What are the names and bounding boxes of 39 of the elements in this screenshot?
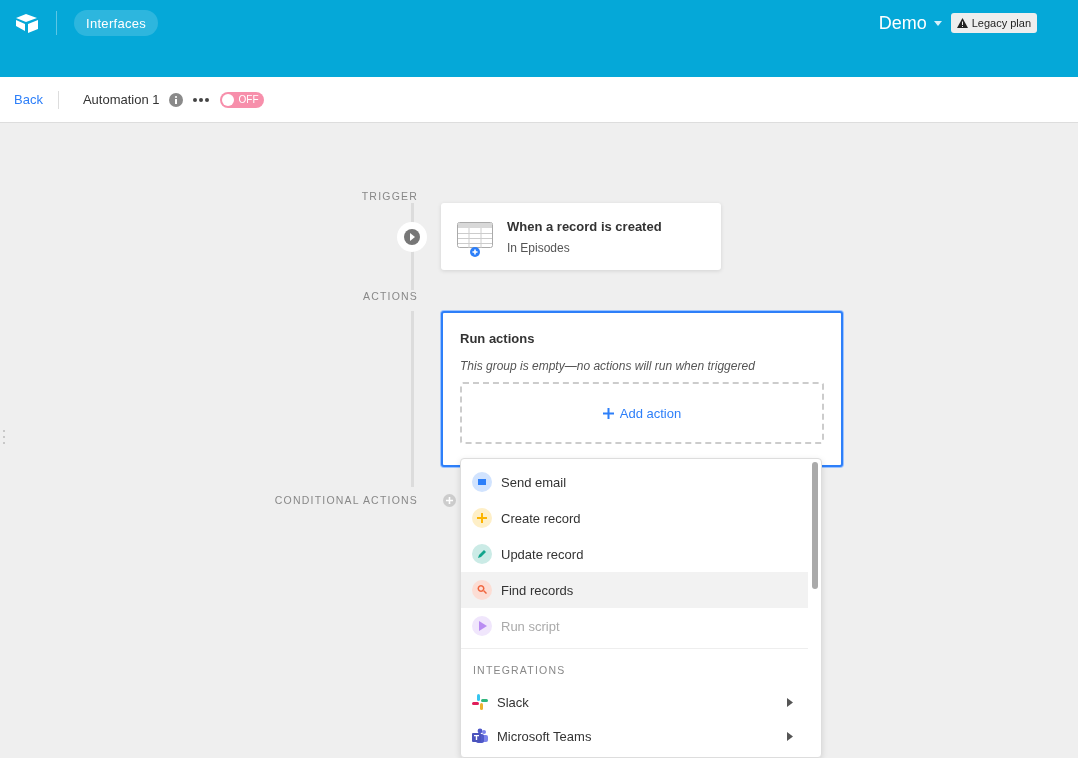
add-action-button[interactable]: Add action [460,382,824,444]
submenu-arrow-icon [787,731,793,741]
trigger-title: When a record is created [507,218,662,234]
play-icon[interactable] [397,221,427,252]
slack-icon [472,694,488,710]
submenu-arrow-icon [787,697,793,707]
info-icon[interactable] [168,92,183,107]
script-icon [472,616,492,636]
action-group-title: Run actions [460,331,536,346]
trigger-label: TRIGGER [360,190,418,203]
trigger-subtitle: In Episodes [507,240,571,255]
warning-icon [956,18,968,28]
conditional-actions-label: CONDITIONAL ACTIONS [273,494,418,507]
table-icon [457,221,493,258]
empty-group-note: This group is empty—no actions will run when triggered [460,359,756,373]
update-icon [472,544,492,564]
plus-icon [602,407,614,419]
integration-item[interactable]: Slack [461,685,808,719]
menu-item[interactable]: Create record [461,500,808,536]
email-icon [472,472,492,492]
integrations-heading: INTEGRATIONS [472,663,567,677]
trigger-card[interactable]: When a record is created In Episodes [441,203,721,270]
menu-item[interactable]: Update record [461,536,808,572]
more-icon[interactable] [192,97,209,102]
find-icon [472,580,492,600]
back-link[interactable]: Back [14,92,43,107]
action-group-card[interactable]: Run actions This group is empty—no actions will run when triggered Add action [441,311,843,467]
menu-item[interactable]: Find records [461,572,808,608]
caret-icon [933,21,942,26]
actions-label: ACTIONS [361,290,418,303]
teams-icon [472,728,488,744]
create-icon [472,508,492,528]
integration-item[interactable]: Microsoft Teams [461,719,808,753]
logo-icon [15,13,39,33]
automation-title[interactable]: Automation 1 [82,92,160,107]
plan-label: Legacy plan [971,17,1031,29]
drag-handle-icon[interactable] [3,430,5,444]
menu-item[interactable]: Send email [461,464,808,500]
scrollbar[interactable] [812,462,818,589]
